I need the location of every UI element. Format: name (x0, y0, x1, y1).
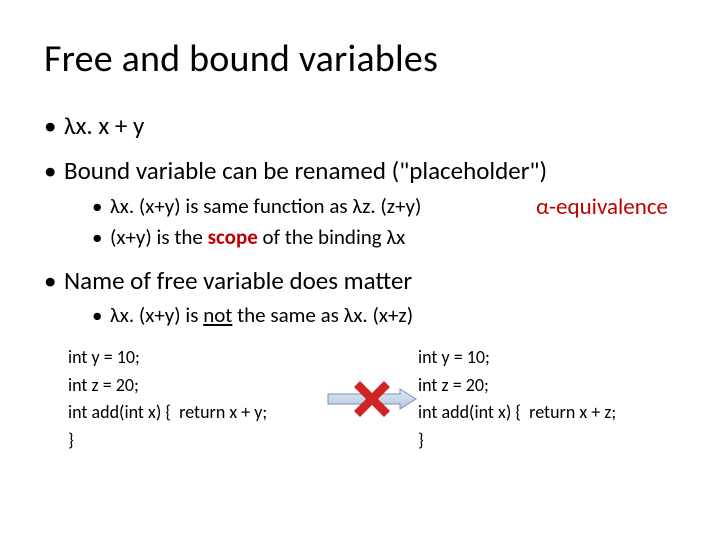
code-line: int z = 20; (418, 372, 676, 400)
bullet-free-matters: Name of free variable does matter λx. (x… (44, 265, 676, 330)
scope-text-a: (x+y) is the (110, 224, 208, 250)
sublist-bound: λx. (x+y) is same function as λz. (z+y) … (64, 193, 676, 252)
code-line: int y = 10; (68, 344, 326, 372)
subbullet-not-same: λx. (x+y) is not the same as λx. (x+z) (92, 302, 676, 329)
code-block-right: int y = 10; int z = 20; int add(int x) {… (418, 344, 676, 456)
code-comparison: int y = 10; int z = 20; int add(int x) {… (44, 344, 676, 456)
not-word: not (203, 302, 232, 328)
code-line: } (418, 427, 676, 455)
arrow-not-equal (326, 388, 418, 410)
code-line: int add(int x) { return x + y; (68, 399, 326, 427)
slide: Free and bound variables λx. x + y Bound… (0, 0, 720, 540)
code-block-left: int y = 10; int z = 20; int add(int x) {… (68, 344, 326, 456)
slide-title: Free and bound variables (44, 36, 676, 82)
scope-word: scope (208, 224, 258, 250)
sublist-free: λx. (x+y) is not the same as λx. (x+z) (64, 302, 676, 329)
free-matters-text: Name of free variable does matter (64, 265, 412, 296)
bullet-bound-text: Bound variable can be renamed ("placehol… (64, 155, 547, 186)
code-line: int y = 10; (418, 344, 676, 372)
subbullet-scope: (x+y) is the scope of the binding λx (92, 224, 676, 251)
alpha-equiv-text: λx. (x+y) is same function as λz. (z+y) (110, 193, 421, 219)
not-same-b: the same as λx. (x+z) (232, 302, 413, 328)
code-line: } (68, 427, 326, 455)
bullet-free-bound-example: λx. x + y (44, 110, 676, 141)
not-same-a: λx. (x+y) is (110, 302, 203, 328)
code-line: int z = 20; (68, 372, 326, 400)
bullet-list: λx. x + y Bound variable can be renamed … (44, 110, 676, 330)
scope-text-b: of the binding λx (258, 224, 405, 250)
cross-icon (351, 378, 393, 420)
code-line: int add(int x) { return x + z; (418, 399, 676, 427)
alpha-equiv-label: α-equivalence (536, 193, 668, 223)
bullet-bound-rename: Bound variable can be renamed ("placehol… (44, 155, 676, 251)
subbullet-alpha-equiv: λx. (x+y) is same function as λz. (z+y) … (92, 193, 676, 220)
